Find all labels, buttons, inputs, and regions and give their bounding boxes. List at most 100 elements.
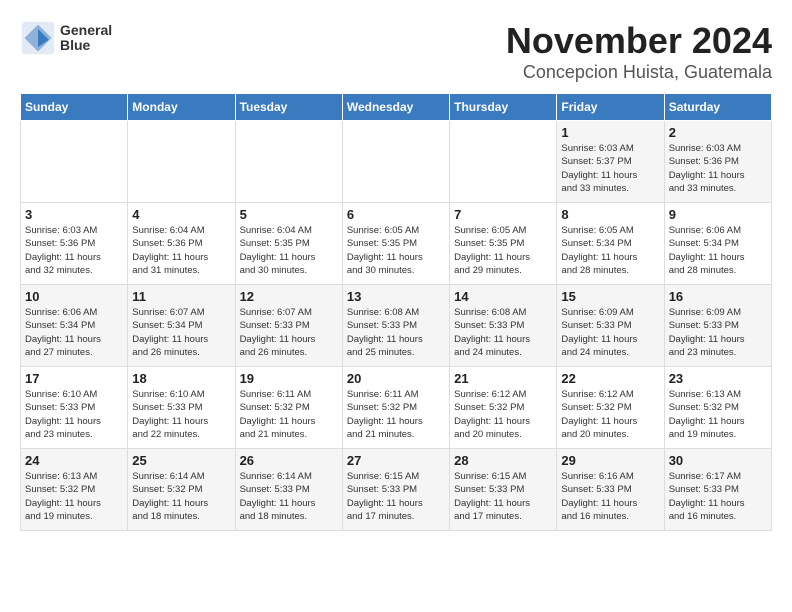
day-number: 15	[561, 289, 659, 304]
day-info: Sunrise: 6:08 AM Sunset: 5:33 PM Dayligh…	[454, 306, 552, 359]
day-cell: 7 Sunrise: 6:05 AM Sunset: 5:35 PM Daylig…	[450, 203, 557, 285]
day-cell: 25 Sunrise: 6:14 AM Sunset: 5:32 PM Dayli…	[128, 449, 235, 531]
weekday-header-tuesday: Tuesday	[235, 94, 342, 121]
day-info: Sunrise: 6:08 AM Sunset: 5:33 PM Dayligh…	[347, 306, 445, 359]
day-number: 16	[669, 289, 767, 304]
day-cell: 27Sunrise: 6:15 AM Sunset: 5:33 PM Dayli…	[342, 449, 449, 531]
day-number: 6	[347, 207, 445, 222]
day-info: Sunrise: 6:09 AM Sunset: 5:33 PM Dayligh…	[669, 306, 767, 359]
day-cell: 24Sunrise: 6:13 AM Sunset: 5:32 PM Dayli…	[21, 449, 128, 531]
day-cell	[342, 121, 449, 203]
day-number: 25	[132, 453, 230, 468]
day-cell: 20 Sunrise: 6:11 AM Sunset: 5:32 PM Dayli…	[342, 367, 449, 449]
day-cell: 18 Sunrise: 6:10 AM Sunset: 5:33 PM Dayli…	[128, 367, 235, 449]
day-number: 11	[132, 289, 230, 304]
day-cell: 9 Sunrise: 6:06 AM Sunset: 5:34 PM Daylig…	[664, 203, 771, 285]
day-info: Sunrise: 6:16 AM Sunset: 5:33 PM Dayligh…	[561, 470, 659, 523]
day-cell: 15Sunrise: 6:09 AM Sunset: 5:33 PM Dayli…	[557, 285, 664, 367]
day-number: 7	[454, 207, 552, 222]
day-info: Sunrise: 6:05 AM Sunset: 5:35 PM Dayligh…	[347, 224, 445, 277]
day-number: 29	[561, 453, 659, 468]
day-cell: 23 Sunrise: 6:13 AM Sunset: 5:32 PM Dayli…	[664, 367, 771, 449]
day-number: 20	[347, 371, 445, 386]
logo-line1: General	[60, 23, 112, 38]
day-number: 28	[454, 453, 552, 468]
day-cell: 21 Sunrise: 6:12 AM Sunset: 5:32 PM Dayli…	[450, 367, 557, 449]
location-subtitle: Concepcion Huista, Guatemala	[506, 62, 772, 83]
day-number: 23	[669, 371, 767, 386]
week-row-2: 3 Sunrise: 6:03 AM Sunset: 5:36 PM Daylig…	[21, 203, 772, 285]
day-info: Sunrise: 6:11 AM Sunset: 5:32 PM Dayligh…	[240, 388, 338, 441]
logo-line2: Blue	[60, 38, 112, 53]
header: General Blue November 2024 Concepcion Hu…	[20, 20, 772, 83]
day-number: 5	[240, 207, 338, 222]
day-cell	[450, 121, 557, 203]
day-number: 10	[25, 289, 123, 304]
weekday-header-monday: Monday	[128, 94, 235, 121]
day-cell: 28 Sunrise: 6:15 AM Sunset: 5:33 PM Dayli…	[450, 449, 557, 531]
day-info: Sunrise: 6:12 AM Sunset: 5:32 PM Dayligh…	[561, 388, 659, 441]
day-info: Sunrise: 6:12 AM Sunset: 5:32 PM Dayligh…	[454, 388, 552, 441]
weekday-header-saturday: Saturday	[664, 94, 771, 121]
logo-text: General Blue	[60, 23, 112, 54]
day-info: Sunrise: 6:10 AM Sunset: 5:33 PM Dayligh…	[132, 388, 230, 441]
day-cell: 11 Sunrise: 6:07 AM Sunset: 5:34 PM Dayli…	[128, 285, 235, 367]
day-cell: 29 Sunrise: 6:16 AM Sunset: 5:33 PM Dayli…	[557, 449, 664, 531]
day-info: Sunrise: 6:11 AM Sunset: 5:32 PM Dayligh…	[347, 388, 445, 441]
day-number: 3	[25, 207, 123, 222]
day-info: Sunrise: 6:06 AM Sunset: 5:34 PM Dayligh…	[669, 224, 767, 277]
day-number: 14	[454, 289, 552, 304]
weekday-header-row: SundayMondayTuesdayWednesdayThursdayFrid…	[21, 94, 772, 121]
day-info: Sunrise: 6:07 AM Sunset: 5:34 PM Dayligh…	[132, 306, 230, 359]
month-title: November 2024	[506, 20, 772, 62]
day-number: 21	[454, 371, 552, 386]
day-cell	[128, 121, 235, 203]
day-cell: 5Sunrise: 6:04 AM Sunset: 5:35 PM Daylig…	[235, 203, 342, 285]
day-number: 12	[240, 289, 338, 304]
day-cell	[235, 121, 342, 203]
day-info: Sunrise: 6:07 AM Sunset: 5:33 PM Dayligh…	[240, 306, 338, 359]
day-info: Sunrise: 6:03 AM Sunset: 5:36 PM Dayligh…	[25, 224, 123, 277]
day-number: 4	[132, 207, 230, 222]
week-row-3: 10Sunrise: 6:06 AM Sunset: 5:34 PM Dayli…	[21, 285, 772, 367]
day-number: 1	[561, 125, 659, 140]
day-number: 8	[561, 207, 659, 222]
day-number: 18	[132, 371, 230, 386]
day-info: Sunrise: 6:13 AM Sunset: 5:32 PM Dayligh…	[25, 470, 123, 523]
day-info: Sunrise: 6:17 AM Sunset: 5:33 PM Dayligh…	[669, 470, 767, 523]
day-number: 13	[347, 289, 445, 304]
day-info: Sunrise: 6:13 AM Sunset: 5:32 PM Dayligh…	[669, 388, 767, 441]
day-number: 2	[669, 125, 767, 140]
day-info: Sunrise: 6:05 AM Sunset: 5:35 PM Dayligh…	[454, 224, 552, 277]
day-cell: 17 Sunrise: 6:10 AM Sunset: 5:33 PM Dayli…	[21, 367, 128, 449]
day-info: Sunrise: 6:10 AM Sunset: 5:33 PM Dayligh…	[25, 388, 123, 441]
day-cell: 22 Sunrise: 6:12 AM Sunset: 5:32 PM Dayli…	[557, 367, 664, 449]
day-number: 22	[561, 371, 659, 386]
weekday-header-friday: Friday	[557, 94, 664, 121]
calendar-table: SundayMondayTuesdayWednesdayThursdayFrid…	[20, 93, 772, 531]
day-cell: 8 Sunrise: 6:05 AM Sunset: 5:34 PM Daylig…	[557, 203, 664, 285]
day-cell: 26 Sunrise: 6:14 AM Sunset: 5:33 PM Dayli…	[235, 449, 342, 531]
logo-icon	[20, 20, 56, 56]
day-cell: 2 Sunrise: 6:03 AM Sunset: 5:36 PM Daylig…	[664, 121, 771, 203]
day-number: 26	[240, 453, 338, 468]
day-info: Sunrise: 6:15 AM Sunset: 5:33 PM Dayligh…	[347, 470, 445, 523]
day-number: 9	[669, 207, 767, 222]
week-row-4: 17 Sunrise: 6:10 AM Sunset: 5:33 PM Dayli…	[21, 367, 772, 449]
day-cell: 10Sunrise: 6:06 AM Sunset: 5:34 PM Dayli…	[21, 285, 128, 367]
day-cell: 6 Sunrise: 6:05 AM Sunset: 5:35 PM Daylig…	[342, 203, 449, 285]
day-cell: 1 Sunrise: 6:03 AM Sunset: 5:37 PM Daylig…	[557, 121, 664, 203]
day-info: Sunrise: 6:14 AM Sunset: 5:33 PM Dayligh…	[240, 470, 338, 523]
day-cell: 13 Sunrise: 6:08 AM Sunset: 5:33 PM Dayli…	[342, 285, 449, 367]
day-number: 17	[25, 371, 123, 386]
title-area: November 2024 Concepcion Huista, Guatema…	[506, 20, 772, 83]
day-info: Sunrise: 6:05 AM Sunset: 5:34 PM Dayligh…	[561, 224, 659, 277]
day-info: Sunrise: 6:14 AM Sunset: 5:32 PM Dayligh…	[132, 470, 230, 523]
day-info: Sunrise: 6:03 AM Sunset: 5:36 PM Dayligh…	[669, 142, 767, 195]
day-cell: 3 Sunrise: 6:03 AM Sunset: 5:36 PM Daylig…	[21, 203, 128, 285]
weekday-header-sunday: Sunday	[21, 94, 128, 121]
day-info: Sunrise: 6:15 AM Sunset: 5:33 PM Dayligh…	[454, 470, 552, 523]
weekday-header-thursday: Thursday	[450, 94, 557, 121]
day-info: Sunrise: 6:03 AM Sunset: 5:37 PM Dayligh…	[561, 142, 659, 195]
day-cell: 12 Sunrise: 6:07 AM Sunset: 5:33 PM Dayli…	[235, 285, 342, 367]
